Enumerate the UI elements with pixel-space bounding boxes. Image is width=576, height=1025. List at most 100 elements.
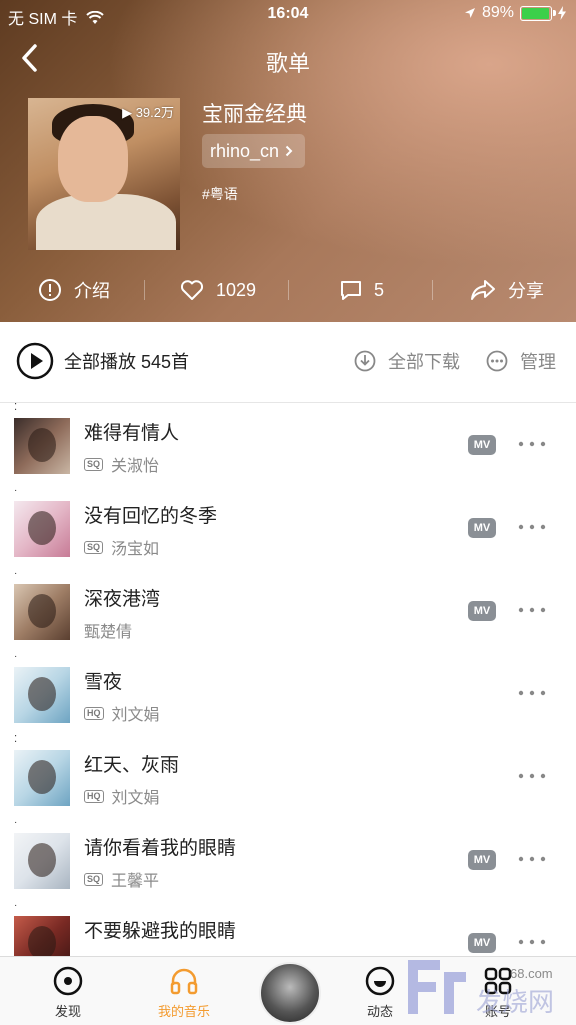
play-count: ▶ 39.2万 — [122, 102, 174, 121]
song-meta: SQ 汤宝如 — [84, 535, 159, 559]
comment-icon — [341, 281, 361, 300]
manage-button[interactable]: 管理 — [486, 348, 556, 374]
song-title: 雪夜 — [84, 672, 123, 693]
song-row[interactable]: · 没有回忆的冬季 SQ 汤宝如 MV — [0, 486, 576, 570]
song-row[interactable]: · 雪夜 HQ 刘文娟 — [0, 652, 576, 736]
more-icon[interactable] — [516, 434, 548, 454]
song-thumbnail — [14, 418, 70, 474]
song-row[interactable]: · 请你看着我的眼睛 SQ 王馨平 MV — [0, 818, 576, 902]
more-icon[interactable] — [516, 517, 548, 537]
share-icon — [471, 280, 495, 300]
creator-button[interactable]: rhino_cn — [202, 134, 306, 168]
heart-icon — [180, 280, 204, 300]
download-all-label: 全部下载 — [388, 352, 460, 372]
status-bar: 无 SIM 卡 16:04 89% — [0, 0, 576, 30]
more-circle-icon — [486, 350, 508, 372]
battery-icon — [520, 5, 556, 21]
share-label: 分享 — [508, 281, 544, 301]
play-circle-icon — [16, 342, 54, 380]
playlist-header: 无 SIM 卡 16:04 89% 歌单 ▶ 39.2万 宝丽金经典 rhino… — [0, 0, 576, 322]
play-all-bar: 全部播放 545首 全部下载 管理 — [0, 322, 576, 403]
song-title: 难得有情人 — [84, 423, 180, 444]
action-row: 介绍 1029 5 分享 — [0, 270, 576, 310]
song-row[interactable]: · 深夜港湾 甄楚倩 MV — [0, 569, 576, 653]
quality-badge: SQ — [84, 457, 104, 471]
song-thumbnail — [14, 584, 70, 640]
play-triangle-icon: ▶ — [122, 105, 133, 120]
song-thumbnail — [14, 833, 70, 889]
song-thumbnail — [14, 501, 70, 557]
watermark-text: 发烧网 — [476, 987, 555, 1017]
comment-count: 5 — [374, 279, 385, 300]
song-artist: 甄楚倩 — [84, 624, 133, 641]
song-meta: HQ 刘文娟 — [84, 784, 160, 808]
song-row[interactable]: ⁚ 红天、灰雨 HQ 刘文娟 — [0, 735, 576, 819]
playlist-name: 宝丽金经典 — [202, 103, 307, 126]
share-button[interactable]: 分享 — [470, 270, 544, 310]
more-icon[interactable] — [516, 766, 548, 786]
song-artist: 汤宝如 — [111, 541, 160, 558]
more-icon[interactable] — [516, 932, 548, 952]
song-title: 红天、灰雨 — [84, 755, 180, 776]
quality-badge: HQ — [84, 706, 104, 720]
intro-button[interactable]: 介绍 — [38, 270, 110, 310]
song-title: 不要躲避我的眼睛 — [84, 921, 237, 942]
quality-badge: HQ — [84, 789, 104, 803]
watermark-domain: 68.com — [510, 966, 553, 981]
mv-badge[interactable]: MV — [468, 601, 496, 621]
nav-bar: 歌单 — [0, 38, 576, 78]
download-icon — [354, 350, 376, 372]
song-thumbnail — [14, 750, 70, 806]
playlist-cover[interactable]: ▶ 39.2万 — [28, 98, 180, 250]
quality-badge: SQ — [84, 540, 104, 554]
intro-label: 介绍 — [74, 281, 110, 301]
tab-my-music-label: 我的音乐 — [157, 1004, 210, 1019]
tab-discover-label: 发现 — [54, 1004, 81, 1019]
song-meta: SQ 关淑怡 — [84, 452, 159, 476]
song-artist: 王馨平 — [111, 873, 160, 890]
quality-badge: SQ — [84, 872, 104, 886]
charging-icon — [558, 6, 566, 20]
song-title: 深夜港湾 — [84, 589, 161, 610]
song-meta: 甄楚倩 — [84, 618, 132, 642]
now-playing-avatar[interactable] — [259, 962, 321, 1024]
more-icon[interactable] — [516, 683, 548, 703]
song-thumbnail — [14, 667, 70, 723]
playlist-tag[interactable]: #粤语 — [202, 184, 238, 204]
download-all-button[interactable]: 全部下载 — [354, 348, 460, 374]
battery-percent: 89% — [481, 4, 514, 21]
song-row[interactable]: ⁚ 难得有情人 SQ 关淑怡 MV — [0, 403, 576, 487]
song-title: 没有回忆的冬季 — [84, 506, 218, 527]
disc-icon — [53, 966, 83, 996]
mv-badge[interactable]: MV — [468, 850, 496, 870]
page-title: 歌单 — [265, 51, 310, 76]
location-arrow-icon — [464, 8, 475, 18]
tab-my-music[interactable]: 我的音乐 — [144, 957, 224, 1025]
song-artist: 刘文娟 — [111, 790, 160, 807]
song-title: 请你看着我的眼睛 — [84, 838, 237, 859]
creator-name: rhino_cn — [210, 140, 280, 161]
comment-button[interactable]: 5 — [340, 270, 384, 310]
chevron-right-icon — [285, 145, 293, 157]
like-button[interactable]: 1029 — [180, 270, 256, 310]
status-right: 89% — [464, 4, 566, 22]
song-artist: 关淑怡 — [111, 458, 160, 475]
play-all-button[interactable]: 全部播放 545首 — [16, 342, 189, 380]
watermark: 68.com 发烧网 — [400, 952, 570, 1022]
mv-badge[interactable]: MV — [468, 518, 496, 538]
more-icon[interactable] — [516, 600, 548, 620]
song-artist: 刘文娟 — [111, 707, 160, 724]
play-count-text: 39.2万 — [135, 105, 174, 120]
smile-icon — [365, 966, 395, 996]
mv-badge[interactable]: MV — [468, 933, 496, 953]
mv-badge[interactable]: MV — [468, 435, 496, 455]
info-icon — [39, 279, 61, 301]
manage-label: 管理 — [520, 352, 556, 372]
song-meta: SQ 王馨平 — [84, 867, 159, 891]
like-count: 1029 — [216, 279, 257, 300]
more-icon[interactable] — [516, 849, 548, 869]
play-all-label: 全部播放 545首 — [64, 352, 190, 372]
watermark-logo-icon — [408, 960, 466, 1014]
tab-discover[interactable]: 发现 — [28, 957, 108, 1025]
song-meta: HQ 刘文娟 — [84, 701, 160, 725]
